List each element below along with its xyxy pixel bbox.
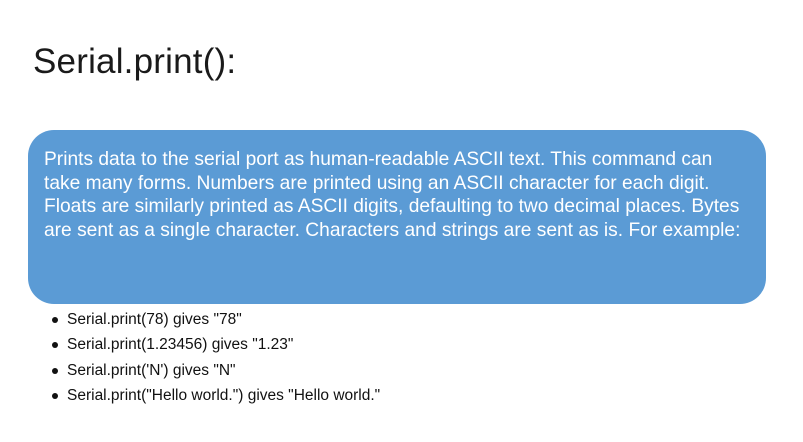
example-text: Serial.print(78) gives "78" (67, 311, 242, 328)
example-text: Serial.print('N') gives "N" (67, 361, 236, 379)
bullet-icon (52, 367, 58, 374)
bullet-icon (52, 342, 58, 349)
description-callout: Prints data to the serial port as human-… (28, 130, 766, 304)
bullet-icon (52, 317, 58, 323)
example-item: Serial.print('N') gives "N" (52, 358, 380, 383)
slide: Serial.print(): Prints data to the seria… (0, 0, 803, 442)
example-item: Serial.print(78) gives "78" (52, 307, 380, 332)
description-text: Prints data to the serial port as human-… (44, 149, 741, 241)
examples-list: Serial.print(78) gives "78" Serial.print… (52, 307, 380, 409)
example-item: Serial.print("Hello world.") gives "Hell… (52, 383, 380, 408)
example-text: Serial.print(1.23456) gives "1.23" (67, 336, 294, 354)
slide-title: Serial.print(): (33, 42, 237, 81)
example-item: Serial.print(1.23456) gives "1.23" (52, 332, 380, 357)
bullet-icon (52, 393, 58, 400)
example-text: Serial.print("Hello world.") gives "Hell… (67, 387, 381, 405)
